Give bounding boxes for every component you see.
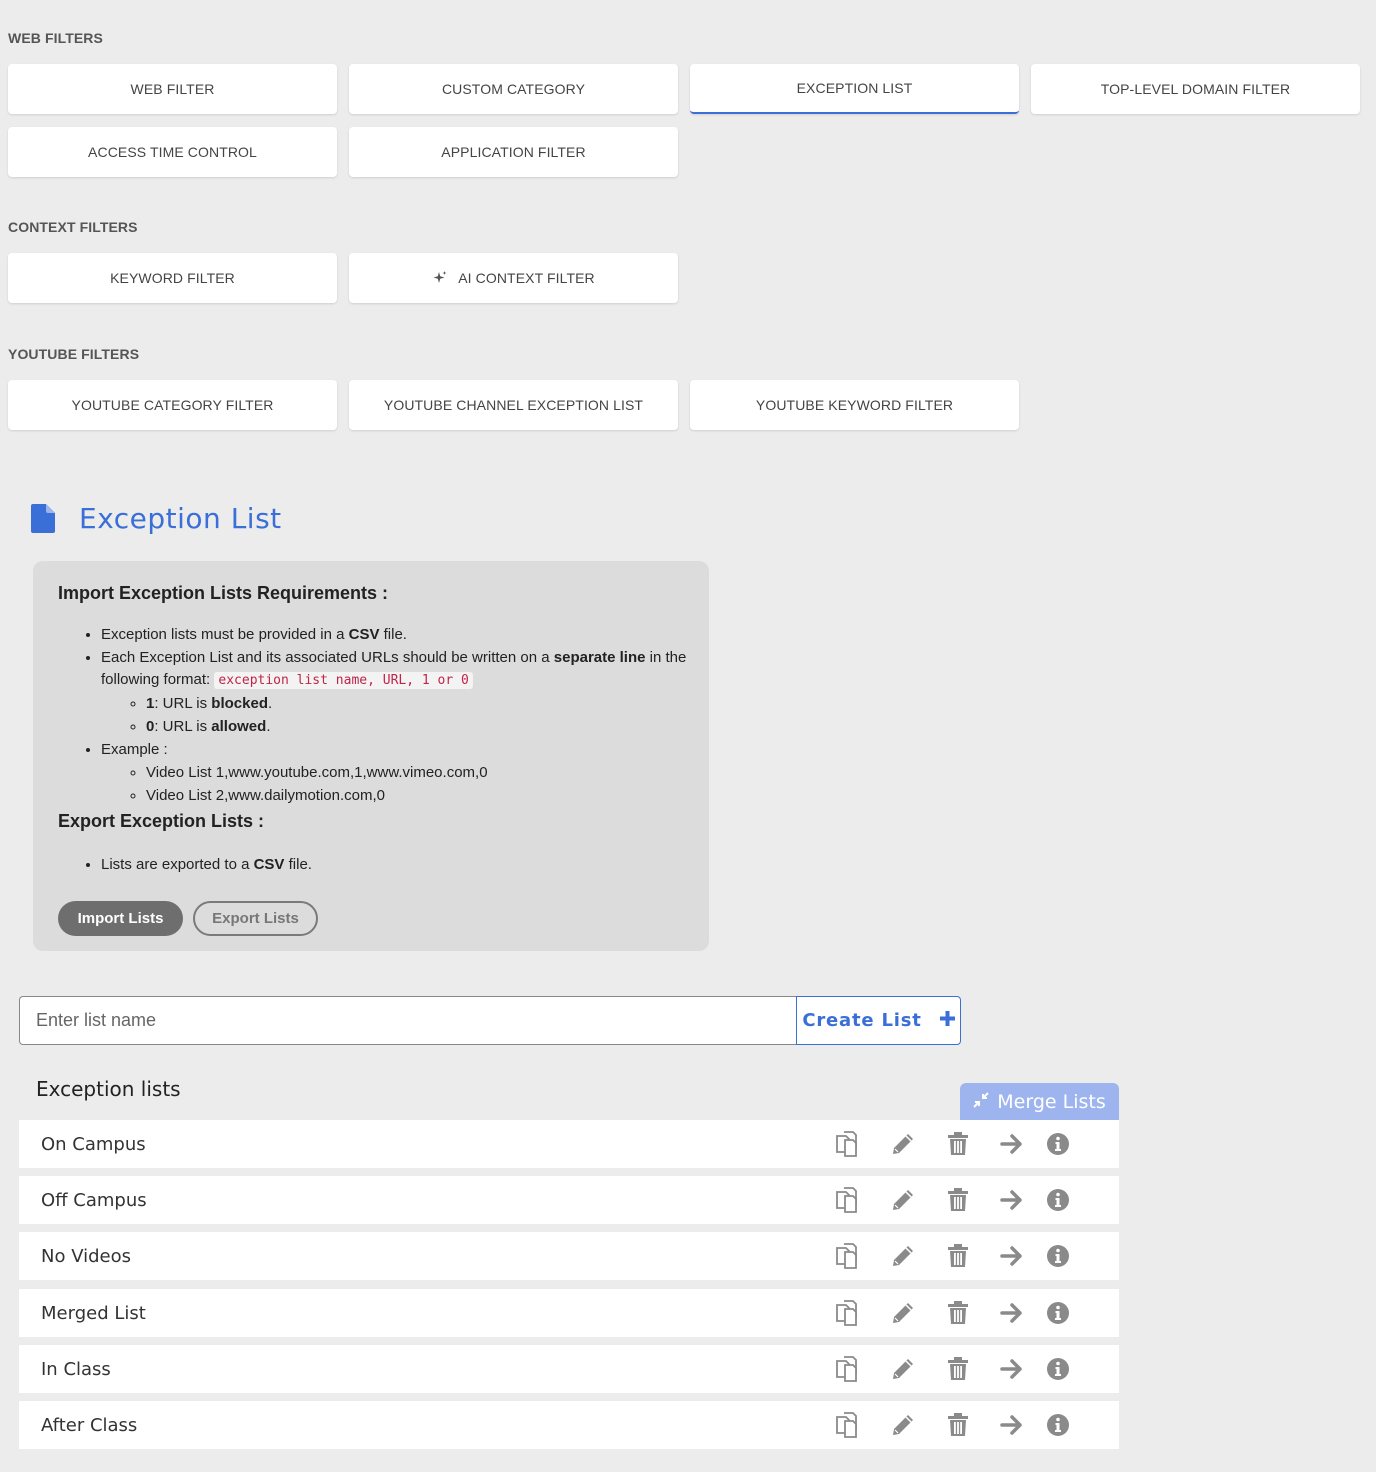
list-item-name: After Class (41, 1414, 138, 1436)
edit-icon[interactable] (890, 1412, 916, 1438)
create-list-button[interactable]: Create List (796, 996, 961, 1045)
requirement-example: Example : Video List 1,www.youtube.com,1… (101, 738, 688, 807)
list-item: Merged List (19, 1289, 1119, 1337)
trash-icon[interactable] (945, 1412, 971, 1438)
info-icon[interactable] (1045, 1412, 1071, 1438)
format-allowed: 0: URL is allowed. (146, 715, 688, 738)
requirement-format: Each Exception List and its associated U… (101, 646, 688, 738)
info-icon[interactable] (1045, 1300, 1071, 1326)
duplicate-icon[interactable] (835, 1412, 861, 1438)
section-label-context-filters: CONTEXT FILTERS (8, 219, 138, 235)
duplicate-icon[interactable] (835, 1243, 861, 1269)
merge-lists-button[interactable]: Merge Lists (960, 1083, 1119, 1120)
plus-icon (939, 1010, 955, 1031)
edit-icon[interactable] (890, 1131, 916, 1157)
page-title: Exception List (79, 502, 282, 535)
import-requirements-title: Import Exception Lists Requirements : (58, 583, 389, 603)
tab-keyword-filter[interactable]: KEYWORD FILTER (8, 253, 337, 303)
edit-icon[interactable] (890, 1243, 916, 1269)
tab-ai-context-filter[interactable]: AI CONTEXT FILTER (349, 253, 678, 303)
section-label-web-filters: WEB FILTERS (8, 30, 103, 46)
export-csv-note: Lists are exported to a CSV file. (101, 853, 688, 876)
list-item: Off Campus (19, 1176, 1119, 1224)
arrow-right-icon[interactable] (999, 1243, 1025, 1269)
info-icon[interactable] (1045, 1131, 1071, 1157)
list-item: In Class (19, 1345, 1119, 1393)
arrow-right-icon[interactable] (999, 1131, 1025, 1157)
tab-youtube-keyword-filter[interactable]: YOUTUBE KEYWORD FILTER (690, 380, 1019, 430)
tab-youtube-category-filter[interactable]: YOUTUBE CATEGORY FILTER (8, 380, 337, 430)
trash-icon[interactable] (945, 1356, 971, 1382)
tab-top-level-domain-filter[interactable]: TOP-LEVEL DOMAIN FILTER (1031, 64, 1360, 114)
arrow-right-icon[interactable] (999, 1300, 1025, 1326)
requirement-csv: Exception lists must be provided in a CS… (101, 623, 688, 646)
edit-icon[interactable] (890, 1356, 916, 1382)
section-label-youtube-filters: YOUTUBE FILTERS (8, 346, 140, 362)
list-item-name: On Campus (41, 1133, 146, 1155)
format-code: exception list name, URL, 1 or 0 (214, 672, 473, 689)
duplicate-icon[interactable] (835, 1356, 861, 1382)
trash-icon[interactable] (945, 1131, 971, 1157)
tab-exception-list[interactable]: EXCEPTION LIST (690, 64, 1019, 114)
list-item-name: In Class (41, 1358, 111, 1380)
format-blocked: 1: URL is blocked. (146, 692, 688, 715)
tab-web-filter[interactable]: WEB FILTER (8, 64, 337, 114)
info-icon[interactable] (1045, 1356, 1071, 1382)
tab-youtube-channel-exception-list[interactable]: YOUTUBE CHANNEL EXCEPTION LIST (349, 380, 678, 430)
list-item-name: No Videos (41, 1245, 132, 1267)
export-lists-button[interactable]: Export Lists (193, 901, 318, 936)
trash-icon[interactable] (945, 1243, 971, 1269)
edit-icon[interactable] (890, 1300, 916, 1326)
trash-icon[interactable] (945, 1187, 971, 1213)
list-item: On Campus (19, 1120, 1119, 1168)
export-title: Export Exception Lists : (58, 811, 265, 831)
duplicate-icon[interactable] (835, 1300, 861, 1326)
exception-lists-title: Exception lists (36, 1077, 181, 1101)
example-line-1: Video List 1,www.youtube.com,1,www.vimeo… (146, 761, 688, 784)
document-icon (31, 504, 55, 538)
import-requirements-list: Exception lists must be provided in a CS… (58, 623, 688, 807)
list-item-name: Off Campus (41, 1189, 147, 1211)
info-icon[interactable] (1045, 1187, 1071, 1213)
tab-custom-category[interactable]: CUSTOM CATEGORY (349, 64, 678, 114)
list-item: After Class (19, 1401, 1119, 1449)
list-name-input[interactable] (19, 996, 796, 1045)
list-item-name: Merged List (41, 1302, 146, 1324)
arrow-right-icon[interactable] (999, 1187, 1025, 1213)
export-list: Lists are exported to a CSV file. (58, 853, 688, 876)
tab-access-time-control[interactable]: ACCESS TIME CONTROL (8, 127, 337, 177)
tab-application-filter[interactable]: APPLICATION FILTER (349, 127, 678, 177)
edit-icon[interactable] (890, 1187, 916, 1213)
list-item: No Videos (19, 1232, 1119, 1280)
compress-icon (973, 1091, 989, 1113)
example-line-2: Video List 2,www.dailymotion.com,0 (146, 784, 688, 807)
arrow-right-icon[interactable] (999, 1412, 1025, 1438)
import-export-info-panel: Import Exception Lists Requirements : Ex… (33, 561, 709, 951)
sparkle-icon (432, 270, 448, 286)
duplicate-icon[interactable] (835, 1131, 861, 1157)
import-lists-button[interactable]: Import Lists (58, 901, 183, 936)
arrow-right-icon[interactable] (999, 1356, 1025, 1382)
trash-icon[interactable] (945, 1300, 971, 1326)
duplicate-icon[interactable] (835, 1187, 861, 1213)
info-icon[interactable] (1045, 1243, 1071, 1269)
